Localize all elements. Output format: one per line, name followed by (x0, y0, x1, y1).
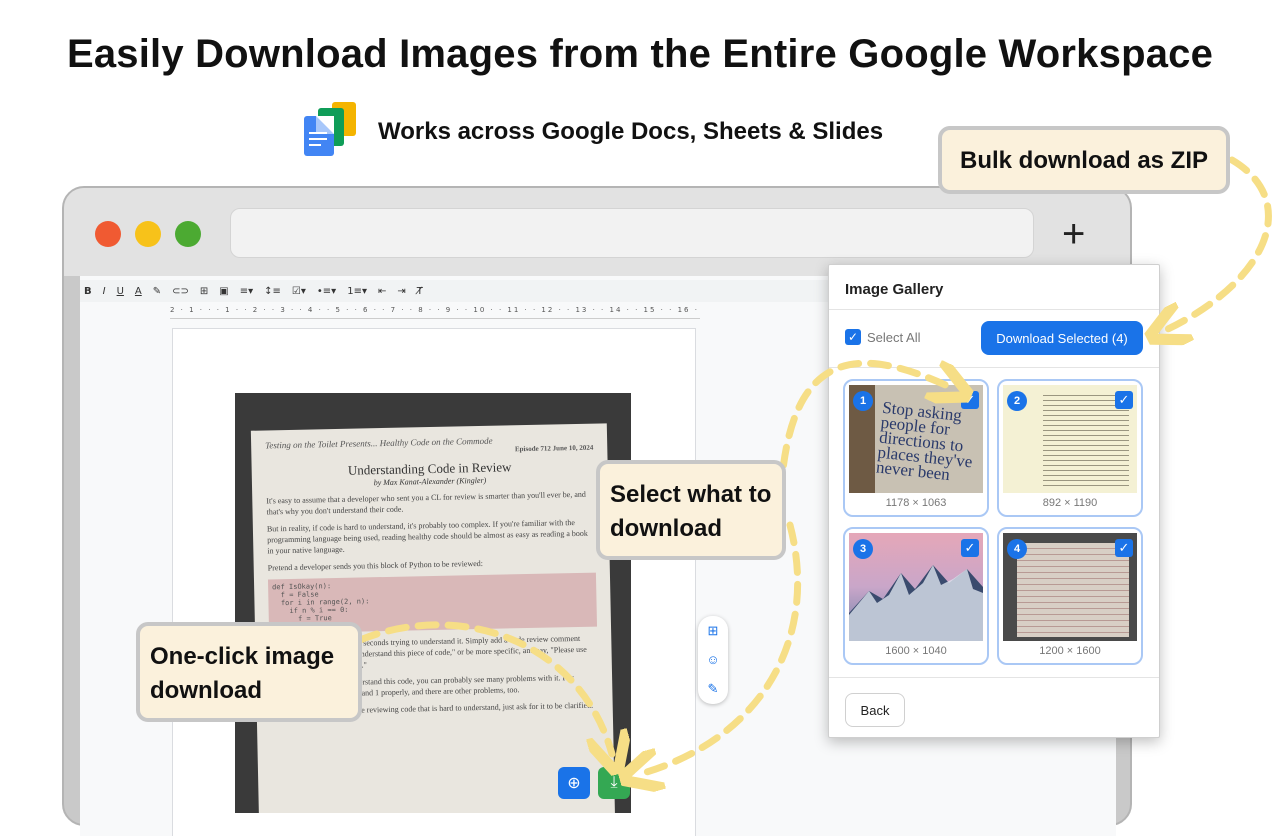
emoji-icon[interactable]: ☺ (706, 652, 719, 667)
line-spacing-icon[interactable]: ↕≡ (264, 286, 281, 297)
comment-icon[interactable]: ⊞ (200, 286, 208, 297)
gallery-item[interactable]: 2 ✓ 892 × 1190 (997, 379, 1143, 517)
gallery-item[interactable]: 3 ✓ 1600 × 1040 (843, 527, 989, 665)
item-checkbox[interactable]: ✓ (1115, 539, 1133, 557)
download-icon: ⤓ (610, 774, 618, 791)
new-tab-icon[interactable]: + (1062, 214, 1085, 254)
select-all-label: Select All (867, 329, 921, 345)
item-checkbox[interactable]: ✓ (1115, 391, 1133, 409)
link-icon[interactable]: ⊂⊃ (172, 286, 189, 297)
callout-select: Select what to download (596, 460, 786, 560)
gallery-item[interactable]: Stop asking people for directions to pla… (843, 379, 989, 517)
decrease-indent-icon[interactable]: ⇤ (378, 286, 386, 297)
gallery-title: Image Gallery (845, 281, 944, 298)
highlight-icon[interactable]: ✎ (153, 286, 161, 297)
download-selected-button[interactable]: Download Selected (4) (981, 321, 1143, 355)
checklist-icon[interactable]: ☑▾ (292, 286, 306, 297)
workspace-apps-icon (300, 102, 358, 162)
subheadline: Works across Google Docs, Sheets & Slide… (378, 118, 884, 145)
item-dimensions: 1200 × 1600 (1039, 645, 1101, 657)
clear-formatting-icon[interactable]: T̸ (417, 286, 423, 297)
paper-paragraph: Pretend a developer sends you this block… (267, 558, 484, 573)
headline: Easily Download Images from the Entire G… (66, 32, 1214, 76)
back-button[interactable]: Back (845, 693, 905, 727)
browser-titlebar: + (64, 188, 1130, 276)
text-color-icon[interactable]: A (135, 286, 142, 297)
address-bar[interactable] (230, 208, 1034, 258)
item-dimensions: 892 × 1190 (1042, 497, 1098, 509)
bullet-list-icon[interactable]: •≡▾ (317, 286, 336, 297)
align-icon[interactable]: ≡▾ (240, 286, 253, 297)
select-all-checkbox[interactable]: ✓ Select All (845, 329, 920, 345)
paper-paragraph: But in reality, if code is hard to under… (266, 518, 588, 556)
document-page: Testing on the Toilet Presents... Health… (172, 328, 696, 836)
item-checkbox[interactable]: ✓ (961, 391, 979, 409)
gallery-divider (829, 367, 1159, 368)
increase-indent-icon[interactable]: ⇥ (397, 286, 405, 297)
callout-one-click: One-click image download (136, 622, 362, 722)
underline-icon[interactable]: U (117, 286, 124, 297)
close-window-button[interactable] (95, 221, 121, 247)
checkbox-icon: ✓ (845, 329, 861, 345)
item-dimensions: 1178 × 1063 (885, 497, 947, 509)
document-image[interactable]: Testing on the Toilet Presents... Health… (235, 393, 631, 813)
image-icon[interactable]: ▣ (219, 286, 228, 297)
ruler: 2 · 1 · · · 1 · · 2 · · 3 · · 4 · · 5 · … (170, 306, 700, 319)
gallery-item[interactable]: 4 ✓ 1200 × 1600 (997, 527, 1143, 665)
zoom-in-icon: ⊕ (567, 775, 581, 792)
numbered-list-icon[interactable]: 1≡▾ (347, 286, 367, 297)
item-dimensions: 1600 × 1040 (885, 645, 947, 657)
paper-paragraph: It's easy to assume that a developer who… (266, 489, 586, 517)
bold-icon[interactable]: B (84, 286, 92, 297)
callout-bulk-zip: Bulk download as ZIP (938, 126, 1230, 194)
download-image-button[interactable]: ⤓ (598, 767, 630, 799)
item-number: 4 (1007, 539, 1027, 559)
suggest-edit-icon[interactable]: ✎ (708, 681, 719, 697)
item-checkbox[interactable]: ✓ (961, 539, 979, 557)
italic-icon[interactable]: I (103, 286, 106, 297)
gallery-divider (829, 677, 1159, 678)
image-gallery-panel: Image Gallery ✓ Select All Download Sele… (828, 264, 1160, 738)
add-comment-icon[interactable]: ⊞ (708, 623, 719, 639)
subheadline-row: Works across Google Docs, Sheets & Slide… (300, 100, 883, 164)
item-number: 2 (1007, 391, 1027, 411)
side-floating-toolbar: ⊞ ☺ ✎ (698, 616, 728, 704)
gallery-divider (829, 309, 1159, 310)
maximize-window-button[interactable] (175, 221, 201, 247)
item-number: 1 (853, 391, 873, 411)
zoom-image-button[interactable]: ⊕ (558, 767, 590, 799)
item-number: 3 (853, 539, 873, 559)
thumbnail-text: Stop asking people for directions to pla… (875, 397, 974, 485)
minimize-window-button[interactable] (135, 221, 161, 247)
image-content: Testing on the Toilet Presents... Health… (250, 423, 616, 813)
